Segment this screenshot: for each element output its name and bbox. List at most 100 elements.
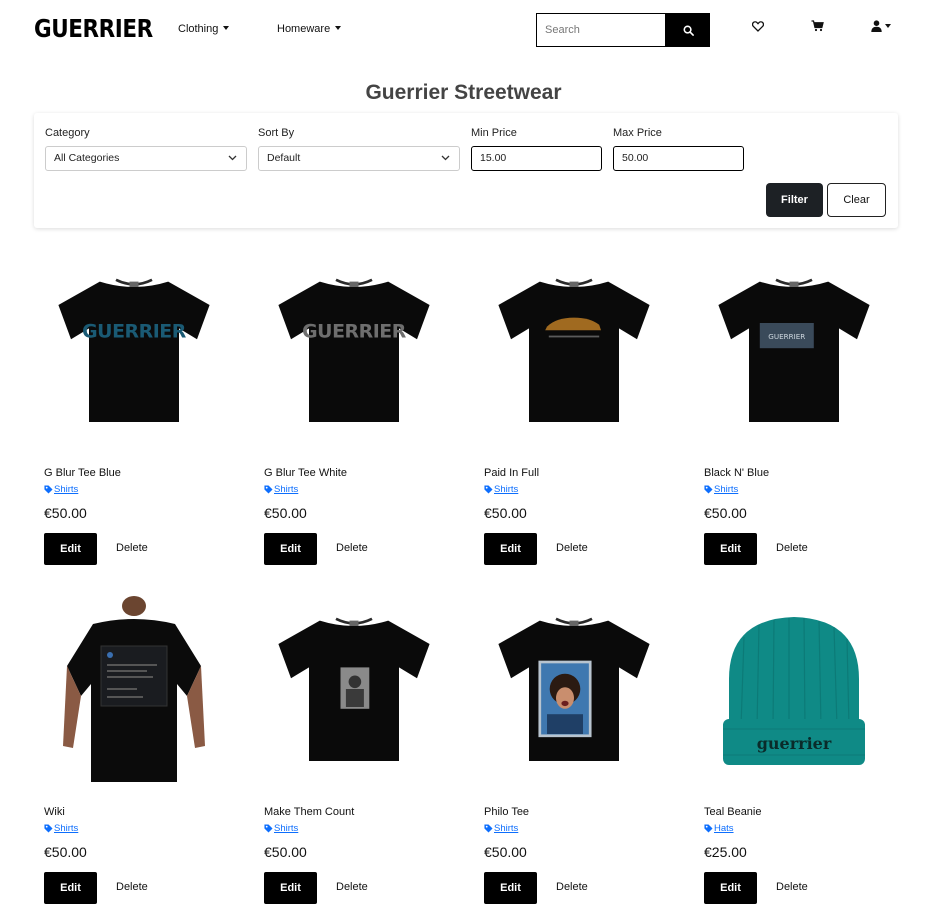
nav-homeware-label: Homeware <box>277 23 331 35</box>
product-category-link[interactable]: Shirts <box>264 823 298 834</box>
delete-product-link[interactable]: Delete <box>776 542 808 554</box>
delete-product-link[interactable]: Delete <box>336 881 368 893</box>
product-card: Paid In Full Shirts €50.00 Edit Delete <box>474 255 674 585</box>
caret-down-icon <box>335 26 342 30</box>
product-card: Philo Tee Shirts €50.00 Edit Delete <box>474 594 674 924</box>
sort-select-value: Default <box>267 152 301 164</box>
edit-product-button[interactable]: Edit <box>44 872 97 904</box>
product-card: GUERRIER Black N' Blue Shirts €50.00 Edi… <box>694 255 894 585</box>
product-category-label: Hats <box>714 823 734 834</box>
edit-product-button[interactable]: Edit <box>264 872 317 904</box>
sort-label: Sort By <box>258 127 295 139</box>
edit-product-button[interactable]: Edit <box>704 872 757 904</box>
tag-icon <box>484 824 493 833</box>
svg-text:guerrier: guerrier <box>757 734 832 753</box>
caret-down-icon <box>223 26 230 30</box>
search-button[interactable] <box>666 13 710 47</box>
heart-icon <box>752 20 764 32</box>
filter-button[interactable]: Filter <box>766 183 823 217</box>
product-price: €50.00 <box>44 844 87 860</box>
clear-button[interactable]: Clear <box>827 183 886 217</box>
account-dropdown[interactable] <box>868 18 894 34</box>
max-price-input[interactable]: 50.00 <box>613 146 744 171</box>
page-title: Guerrier Streetwear <box>365 81 562 104</box>
delete-product-link[interactable]: Delete <box>336 542 368 554</box>
edit-product-button[interactable]: Edit <box>44 533 97 565</box>
product-card: GUERRIER G Blur Tee White Shirts €50.00 … <box>254 255 454 585</box>
product-price: €25.00 <box>704 844 747 860</box>
product-category-label: Shirts <box>274 484 299 495</box>
product-name: G Blur Tee Blue <box>44 467 121 479</box>
delete-product-link[interactable]: Delete <box>556 881 588 893</box>
min-price-label: Min Price <box>471 127 517 139</box>
product-category-link[interactable]: Shirts <box>484 484 518 495</box>
delete-product-link[interactable]: Delete <box>776 881 808 893</box>
product-category-link[interactable]: Shirts <box>484 823 518 834</box>
user-icon <box>871 20 882 32</box>
product-category-link[interactable]: Shirts <box>44 484 78 495</box>
max-price-label: Max Price <box>613 127 662 139</box>
cart-button[interactable] <box>809 18 825 34</box>
category-label: Category <box>45 127 90 139</box>
tag-icon <box>44 485 53 494</box>
product-category-label: Shirts <box>714 484 739 495</box>
product-name: G Blur Tee White <box>264 467 347 479</box>
product-category-link[interactable]: Shirts <box>44 823 78 834</box>
product-category-label: Shirts <box>494 484 519 495</box>
navbar: GUERRIER Clothing Homeware <box>0 0 927 60</box>
product-category-link[interactable]: Shirts <box>264 484 298 495</box>
edit-product-button[interactable]: Edit <box>704 533 757 565</box>
product-image[interactable]: guerrier <box>694 594 894 784</box>
category-select-value: All Categories <box>54 152 120 164</box>
product-name: Black N' Blue <box>704 467 770 479</box>
product-image[interactable]: GUERRIER <box>34 255 234 445</box>
wishlist-button[interactable] <box>750 18 766 34</box>
product-price: €50.00 <box>44 505 87 521</box>
edit-product-button[interactable]: Edit <box>264 533 317 565</box>
product-category-label: Shirts <box>494 823 519 834</box>
product-name: Philo Tee <box>484 806 530 818</box>
product-card: Wiki Shirts €50.00 Edit Delete <box>34 594 234 924</box>
search-icon <box>683 25 694 36</box>
product-card: GUERRIER G Blur Tee Blue Shirts €50.00 E… <box>34 255 234 585</box>
product-image[interactable] <box>474 255 674 445</box>
chevron-down-icon <box>441 155 450 161</box>
edit-product-button[interactable]: Edit <box>484 872 537 904</box>
product-image[interactable]: GUERRIER <box>694 255 894 445</box>
tag-icon <box>44 824 53 833</box>
sort-select[interactable]: Default <box>258 146 460 171</box>
category-select[interactable]: All Categories <box>45 146 247 171</box>
cart-icon <box>811 20 824 32</box>
caret-down-icon <box>885 24 891 28</box>
product-category-label: Shirts <box>54 484 79 495</box>
delete-product-link[interactable]: Delete <box>116 881 148 893</box>
product-category-link[interactable]: Shirts <box>704 484 738 495</box>
svg-text:GUERRIER: GUERRIER <box>82 320 187 342</box>
tag-icon <box>264 824 273 833</box>
svg-text:GUERRIER: GUERRIER <box>768 332 805 341</box>
nav-homeware-dropdown[interactable]: Homeware <box>277 23 342 35</box>
product-category-link[interactable]: Hats <box>704 823 734 834</box>
tag-icon <box>264 485 273 494</box>
product-category-label: Shirts <box>54 823 79 834</box>
product-image[interactable] <box>34 594 234 784</box>
tag-icon <box>704 485 713 494</box>
brand-logo[interactable]: GUERRIER <box>34 14 153 43</box>
product-image[interactable] <box>254 594 454 784</box>
min-price-input[interactable]: 15.00 <box>471 146 602 171</box>
product-name: Wiki <box>44 806 65 818</box>
product-image[interactable]: GUERRIER <box>254 255 454 445</box>
nav-clothing-dropdown[interactable]: Clothing <box>178 23 230 35</box>
product-price: €50.00 <box>484 844 527 860</box>
product-image[interactable] <box>474 594 674 784</box>
search-input[interactable] <box>536 13 666 47</box>
delete-product-link[interactable]: Delete <box>116 542 148 554</box>
svg-text:GUERRIER: GUERRIER <box>302 320 407 342</box>
edit-product-button[interactable]: Edit <box>484 533 537 565</box>
product-card: guerrier Teal Beanie Hats €25.00 Edit De… <box>694 594 894 924</box>
product-price: €50.00 <box>264 505 307 521</box>
delete-product-link[interactable]: Delete <box>556 542 588 554</box>
product-name: Teal Beanie <box>704 806 762 818</box>
tag-icon <box>484 485 493 494</box>
filter-panel: Category All Categories Sort By Default … <box>34 113 898 228</box>
